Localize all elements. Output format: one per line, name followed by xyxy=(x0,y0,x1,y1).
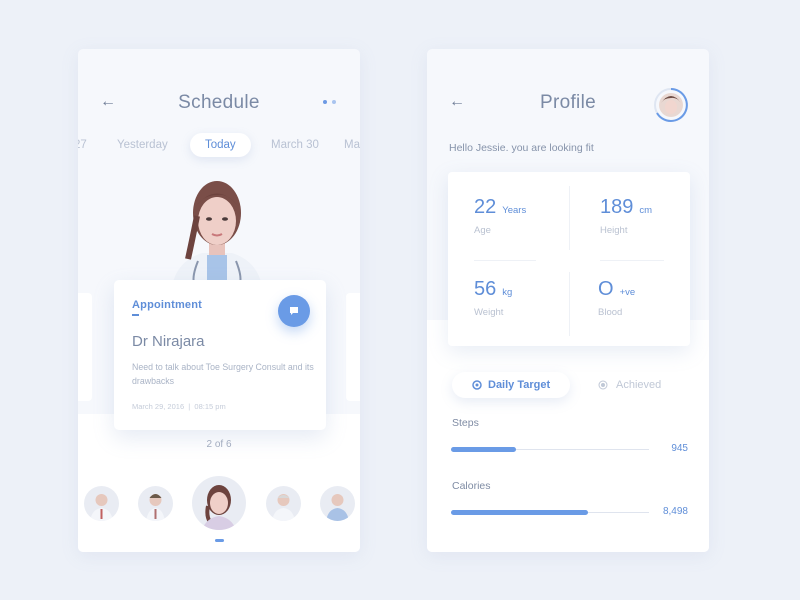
separator: | xyxy=(188,402,191,411)
date-item-active[interactable]: Today xyxy=(190,133,251,157)
stat-value: 189 xyxy=(600,196,634,218)
chat-button[interactable] xyxy=(278,295,310,327)
divider xyxy=(600,260,664,261)
doctor-avatar[interactable] xyxy=(138,486,173,521)
steps-progress-fill xyxy=(451,447,517,452)
doctor-avatar-selected[interactable] xyxy=(192,476,246,530)
date-item[interactable]: 27 xyxy=(78,133,87,157)
stat-value: 22 xyxy=(474,196,497,218)
appointment-card[interactable]: Appointment Dr Nirajara Need to talk abo… xyxy=(114,280,326,430)
date-item[interactable]: Ma xyxy=(344,133,360,157)
next-appointment-card[interactable] xyxy=(346,293,360,401)
stat-label: Blood xyxy=(598,307,623,318)
stats-card: 22 Years Age 189 cm Height 56 kg Weight O +v… xyxy=(448,172,690,346)
greeting-text: Hello Jessie. you are looking fit xyxy=(449,142,594,154)
stat-unit: Years xyxy=(502,205,527,216)
stat-label: Weight xyxy=(474,307,504,318)
tab-label: Achieved xyxy=(616,379,662,391)
stat-blood: O +ve Blood xyxy=(598,278,708,318)
stat-label: Height xyxy=(600,225,628,236)
steps-progress-bar xyxy=(451,447,649,452)
radio-icon xyxy=(598,380,608,390)
doctor-name: Dr Nirajara xyxy=(132,333,205,350)
stat-value: 56 xyxy=(474,278,497,300)
appointment-description: Need to talk about Toe Surgery Consult a… xyxy=(132,362,314,386)
user-avatar[interactable] xyxy=(653,87,689,123)
target-icon xyxy=(472,380,482,390)
chat-bubble-icon xyxy=(290,307,298,315)
date-item[interactable]: March 30 xyxy=(271,133,319,157)
more-dots-icon[interactable] xyxy=(323,100,336,104)
stat-unit: +ve xyxy=(619,287,636,298)
tab-daily-target[interactable]: Daily Target xyxy=(452,372,571,398)
stat-age: 22 Years Age xyxy=(474,196,584,236)
doctor-avatar[interactable] xyxy=(320,486,355,521)
profile-screen: ← Profile Hello Jessie. you are looking … xyxy=(427,49,709,552)
appointment-date: March 29, 2016 xyxy=(132,402,185,411)
doctor-avatar[interactable] xyxy=(266,486,301,521)
stat-height: 189 cm Height xyxy=(600,196,709,236)
divider xyxy=(569,272,570,336)
doctor-carousel xyxy=(78,475,360,535)
pager-text: 2 of 6 xyxy=(206,439,232,450)
calories-progress-bar xyxy=(451,510,649,515)
lower-background xyxy=(427,320,709,552)
stat-unit: cm xyxy=(639,205,653,216)
steps-value: 945 xyxy=(671,443,688,454)
carousel-indicator xyxy=(215,539,224,542)
stat-label: Age xyxy=(474,225,491,236)
date-item[interactable]: Yesterday xyxy=(117,133,168,157)
label-underline xyxy=(132,314,139,316)
metric-label-steps: Steps xyxy=(452,417,479,429)
page-title: Schedule xyxy=(178,92,260,113)
divider xyxy=(474,260,536,261)
calories-value: 8,498 xyxy=(662,506,688,517)
stat-unit: kg xyxy=(502,287,513,298)
calories-progress-fill xyxy=(451,510,588,515)
schedule-screen: ← Schedule 27 Yesterday Today March 30 M… xyxy=(78,49,360,552)
prev-appointment-card[interactable] xyxy=(78,293,92,401)
stat-weight: 56 kg Weight xyxy=(474,278,584,318)
metric-label-calories: Calories xyxy=(452,480,491,492)
tab-achieved[interactable]: Achieved xyxy=(598,372,661,398)
stat-value: O xyxy=(598,278,614,300)
target-tabs: Daily Target Achieved xyxy=(452,372,692,398)
doctor-avatar[interactable] xyxy=(84,486,119,521)
appointment-label: Appointment xyxy=(132,299,203,311)
divider xyxy=(569,186,570,250)
date-selector: 27 Yesterday Today March 30 Ma xyxy=(78,133,360,157)
appointment-time: 08:15 pm xyxy=(194,402,226,411)
appointment-datetime: March 29, 2016 | 08:15 pm xyxy=(132,402,226,411)
doctor-photo xyxy=(172,181,262,286)
tab-label: Daily Target xyxy=(488,379,551,391)
